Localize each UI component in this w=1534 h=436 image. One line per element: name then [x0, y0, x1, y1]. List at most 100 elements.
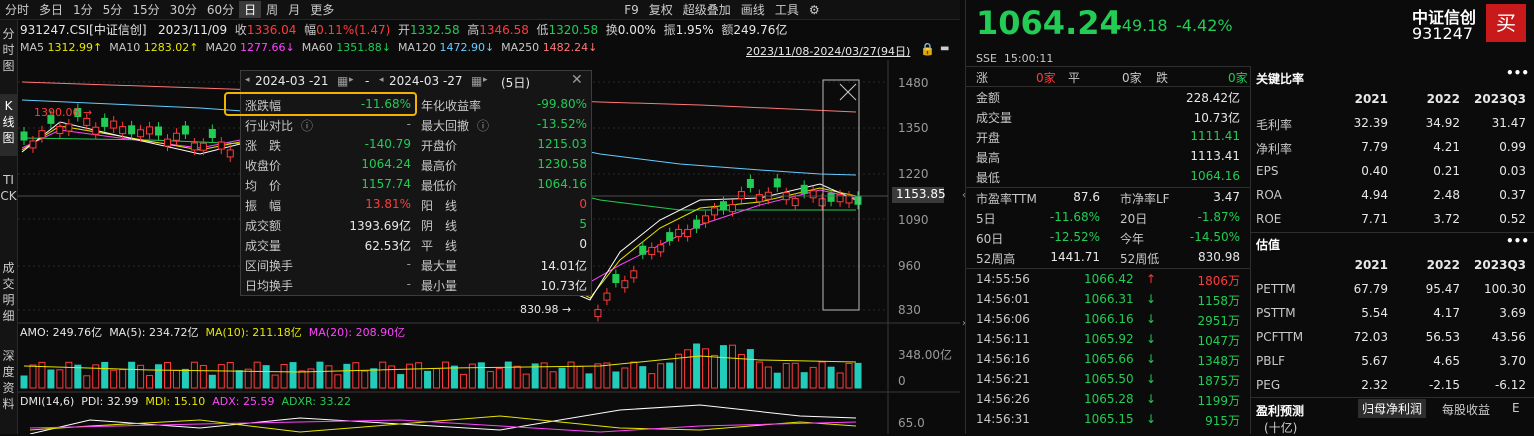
settings-icon[interactable]: ⚙: [804, 3, 825, 17]
candle-body: [684, 229, 692, 238]
stat-value: 228.42亿: [1186, 91, 1240, 105]
stat-value: 1157.74: [361, 177, 411, 191]
price-tick-1: 1480: [898, 76, 929, 90]
date-to-prev-icon[interactable]: ◂: [379, 75, 384, 85]
low-annotation-value: 830.98: [520, 303, 559, 316]
row-value: 56.53: [1425, 330, 1460, 344]
row-value: 5.54: [1361, 306, 1388, 320]
ratios-more-icon[interactable]: •••: [1506, 66, 1529, 80]
stat-value: 13.81%: [365, 197, 411, 211]
volume-bar: [361, 370, 369, 389]
volume-bar: [280, 363, 288, 389]
date-to-next-icon[interactable]: ▸: [483, 75, 488, 85]
tab-eps[interactable]: 每股收益: [1442, 401, 1490, 418]
stat-value: 5: [579, 217, 587, 231]
selection-close-icon[interactable]: [839, 83, 857, 101]
tick-time: 14:55:56: [976, 272, 1030, 286]
stat-label: 5日: [976, 212, 996, 226]
candle-body: [83, 117, 91, 126]
candle-body: [675, 228, 683, 237]
stat-value: 1064.16: [1190, 169, 1240, 183]
tick-arrow-icon: ↓: [1146, 312, 1157, 326]
candle-body: [155, 126, 163, 136]
low-value: 1320.58: [548, 23, 599, 37]
tab-monthly[interactable]: 月: [283, 1, 305, 18]
volume-bar: [65, 361, 73, 389]
calendar-icon[interactable]: ▦: [337, 74, 348, 88]
calendar-icon[interactable]: ▦: [471, 74, 482, 88]
stat-label: 20日: [1120, 212, 1148, 226]
highlight-box: [224, 92, 417, 116]
volume-bar: [397, 374, 405, 389]
turnover-label: 换: [605, 23, 618, 37]
candle-body: [746, 178, 754, 188]
divider: [1251, 232, 1534, 233]
f9-button[interactable]: F9: [619, 3, 644, 17]
stat-value: 14.01亿: [540, 259, 587, 273]
close-icon[interactable]: ✕: [571, 72, 583, 88]
low-label: 低: [536, 23, 549, 37]
tick-price: 1065.92: [1084, 332, 1134, 346]
popup-stat-row: 日均换手 - 最小量 10.73亿: [241, 275, 591, 294]
dmi-mdi-line: [29, 415, 857, 433]
tab-more[interactable]: 更多: [305, 1, 339, 18]
tab-60min[interactable]: 60分: [202, 1, 239, 18]
table-row: PEG 2.32 -2.15 -6.12: [1256, 378, 1526, 396]
valuation-more-icon[interactable]: •••: [1506, 234, 1529, 248]
tab-5min[interactable]: 5分: [98, 1, 128, 18]
tab-1min[interactable]: 1分: [68, 1, 98, 18]
info-icon[interactable]: ⓘ: [477, 117, 489, 134]
stat-label: 收盘价: [245, 159, 282, 173]
date-from-field[interactable]: 2024-03 -21: [255, 74, 329, 88]
volume-bar: [612, 371, 620, 389]
row-value: 34.92: [1425, 116, 1460, 130]
stat-value: -11.68%: [1049, 210, 1100, 224]
lock-icon[interactable]: 🔒: [920, 42, 935, 56]
candle-body: [702, 215, 710, 224]
tools-button[interactable]: 工具: [770, 1, 804, 18]
volume-bar: [199, 364, 207, 389]
stat-label: 最高价: [421, 159, 458, 173]
stat-label: 平 线: [421, 239, 458, 253]
tab-net-profit[interactable]: 归母净利润: [1358, 399, 1427, 418]
candle-body: [630, 270, 638, 279]
stat-value: 1230.58: [537, 157, 587, 171]
draw-button[interactable]: 画线: [736, 1, 770, 18]
row-value: 3.70: [1499, 354, 1526, 368]
date-range-label[interactable]: 2023/11/08-2024/03/27(94日): [746, 43, 910, 59]
tick-time: 14:56:26: [976, 392, 1030, 406]
tick-arrow-icon: ↓: [1146, 392, 1157, 406]
volume-bar: [83, 375, 91, 389]
tick-price: 1065.15: [1084, 412, 1134, 426]
tick-time: 14:56:06: [976, 312, 1030, 326]
overlay-button[interactable]: 超级叠加: [678, 1, 736, 18]
tab-weekly[interactable]: 周: [261, 1, 283, 18]
tab-30min[interactable]: 30分: [165, 1, 202, 18]
candle-body: [737, 191, 745, 200]
candle-body: [137, 129, 145, 138]
volume-bar: [477, 362, 485, 389]
popup-stat-row: 收盘价 1064.24 最高价 1230.58: [241, 155, 591, 174]
date-to-field[interactable]: 2024-03 -27: [389, 74, 463, 88]
kline-header: 931247.CSI[中证信创] 2023/11/09 收1336.04 幅0.…: [20, 21, 787, 38]
tab-fenshi[interactable]: 分时: [0, 1, 34, 18]
minimize-icon[interactable]: ▬: [940, 43, 949, 54]
volume-bar: [809, 366, 817, 389]
date-from-next-icon[interactable]: ▸: [349, 75, 354, 85]
adjust-button[interactable]: 复权: [644, 1, 678, 18]
info-icon[interactable]: ⓘ: [301, 117, 313, 134]
change-value: 0.11%(1.47): [316, 23, 391, 37]
price-change: -49.18: [1116, 16, 1168, 35]
row-value: 0.40: [1361, 164, 1388, 178]
volume-bar: [352, 362, 360, 389]
stat-label: 日均换手: [245, 279, 294, 293]
buy-button[interactable]: 买: [1486, 4, 1526, 42]
tab-15min[interactable]: 15分: [127, 1, 164, 18]
table-row: ROE 7.71 3.72 0.52: [1256, 212, 1526, 230]
volume-bar: [370, 368, 378, 389]
tab-multi-day[interactable]: 多日: [34, 1, 68, 18]
tab-daily[interactable]: 日: [239, 1, 262, 18]
date-from-prev-icon[interactable]: ◂: [245, 75, 250, 85]
tab-extra[interactable]: E: [1512, 401, 1520, 415]
tick-arrow-icon: ↓: [1146, 352, 1157, 366]
